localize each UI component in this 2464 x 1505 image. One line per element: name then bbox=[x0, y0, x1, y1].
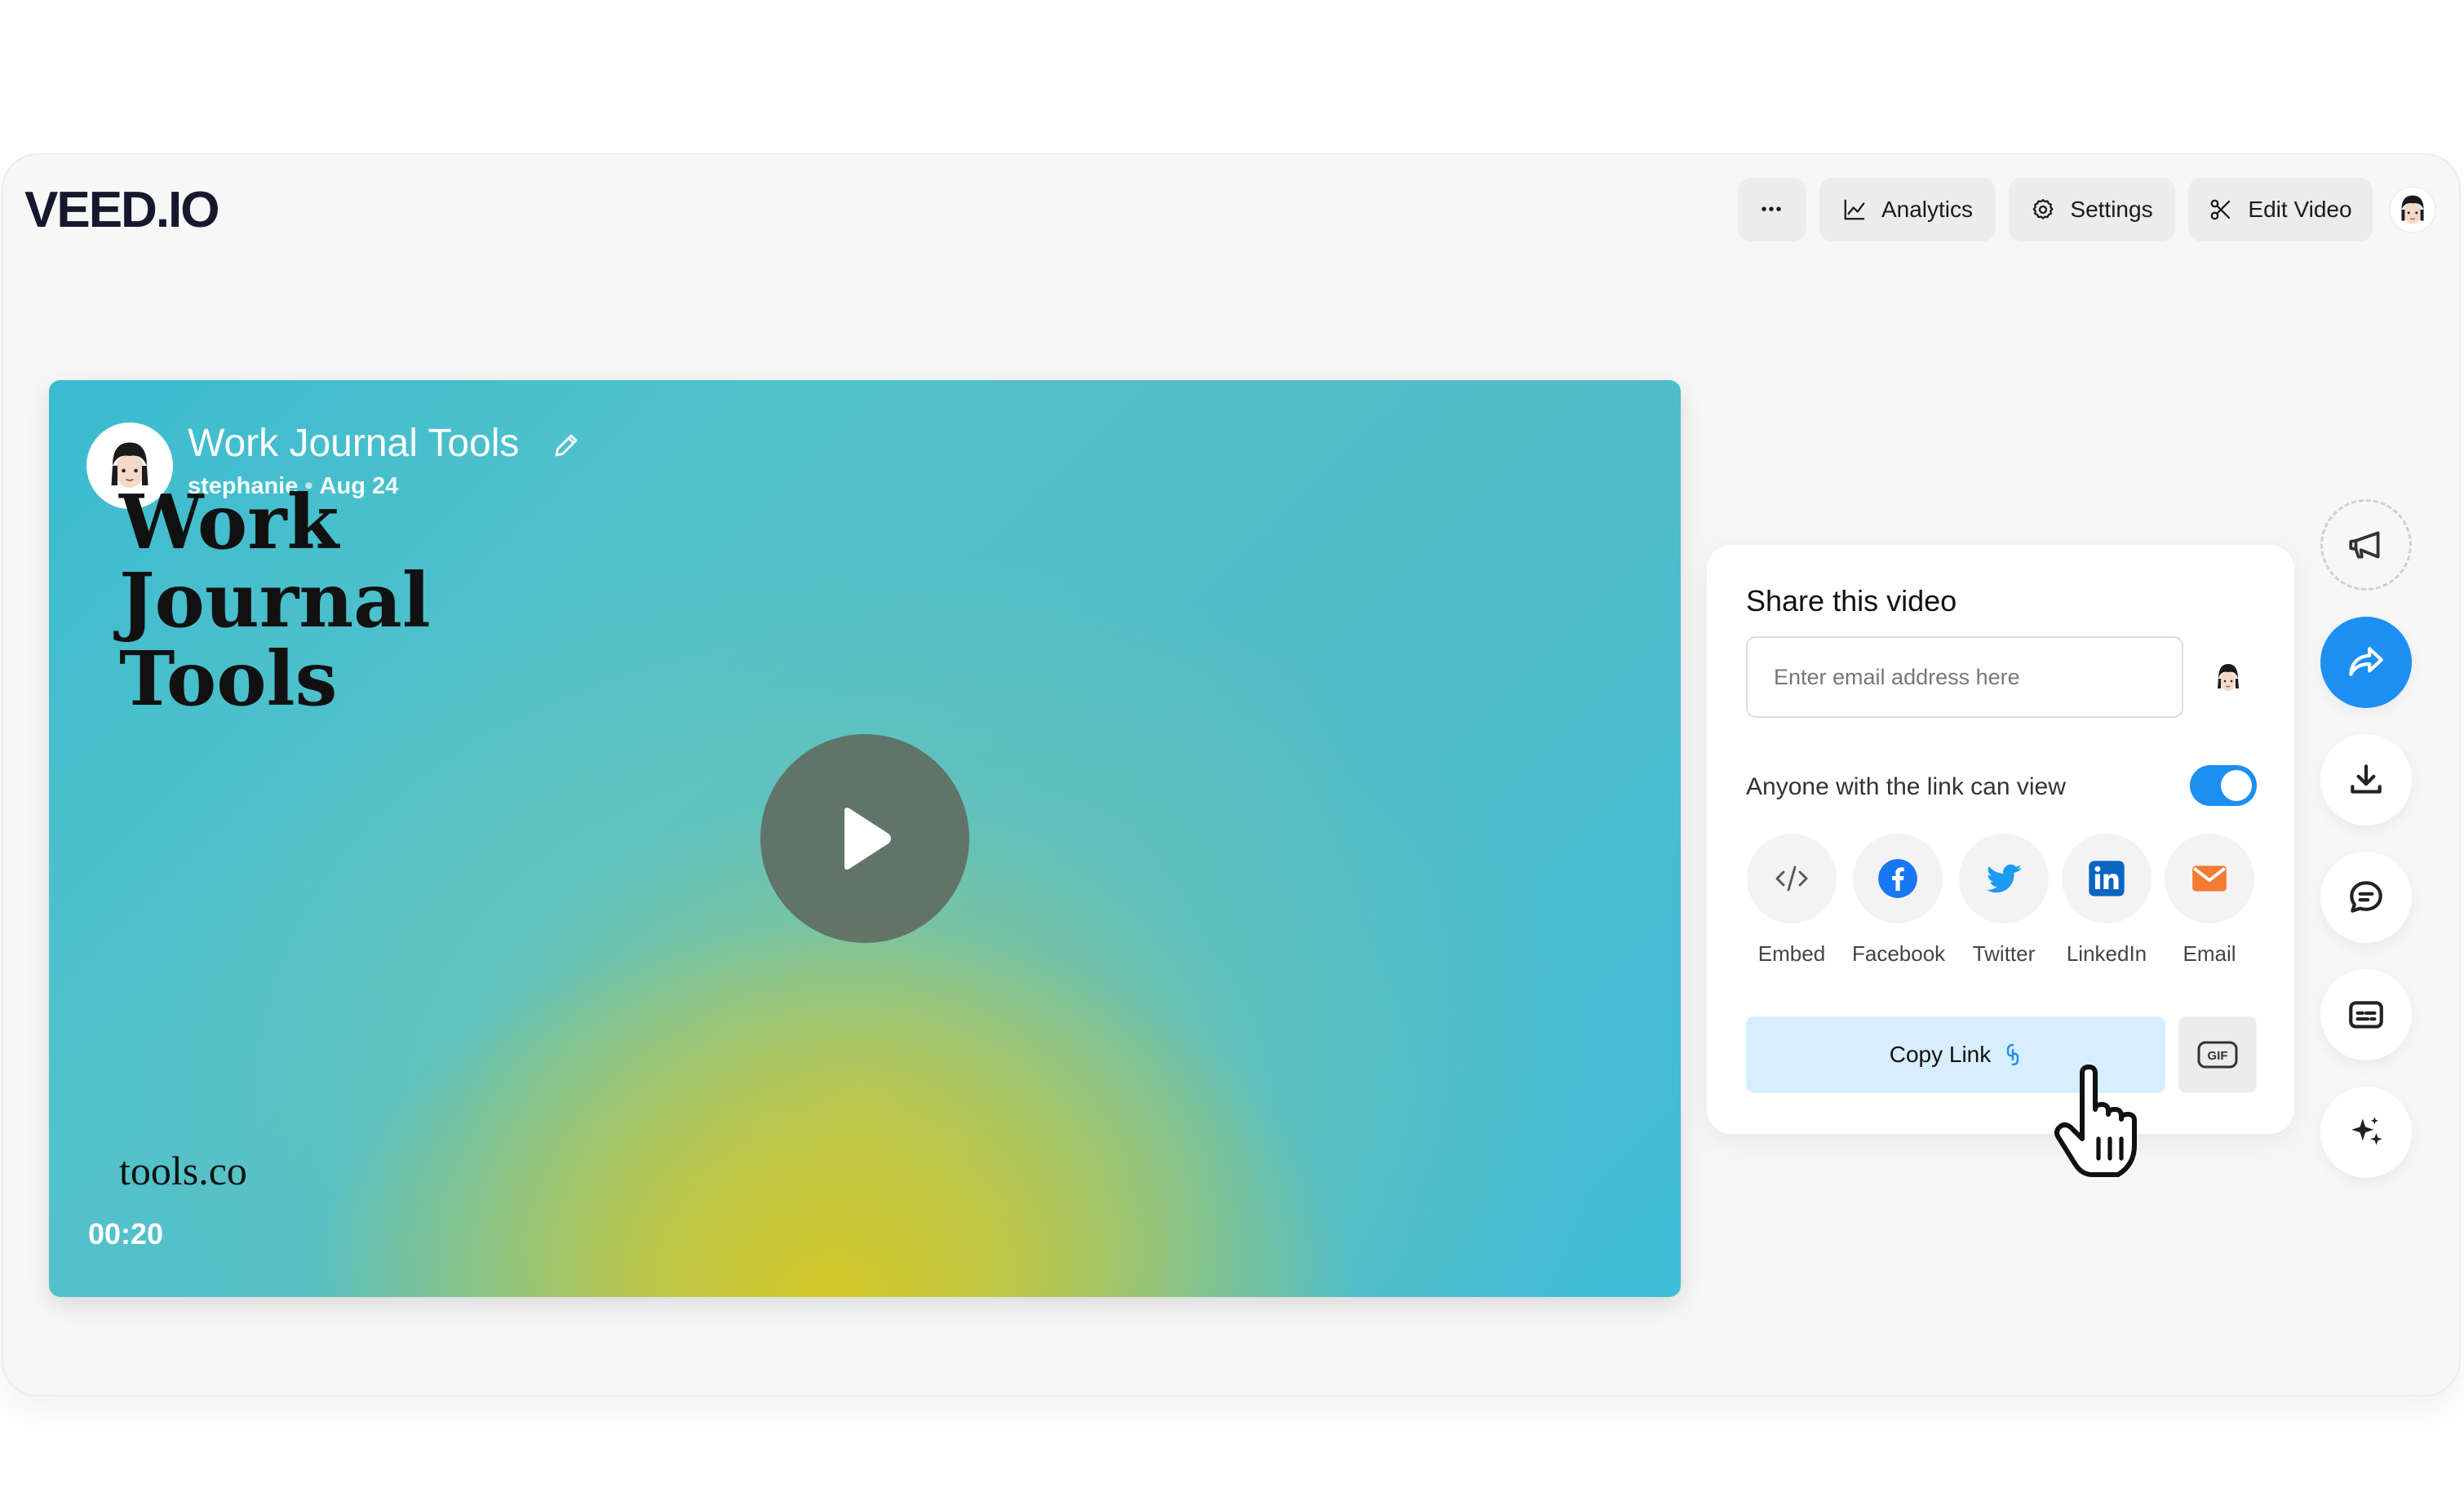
share-action-button[interactable] bbox=[2320, 617, 2412, 708]
gif-label: GIF bbox=[2208, 1049, 2228, 1063]
megaphone-icon bbox=[2349, 531, 2380, 559]
linkedin-label: LinkedIn bbox=[2066, 941, 2147, 966]
comment-button[interactable] bbox=[2320, 852, 2412, 943]
analytics-button[interactable]: Analytics bbox=[1819, 178, 1996, 241]
chart-line-icon bbox=[1844, 199, 1865, 220]
sparkle-icon bbox=[2351, 1117, 2382, 1145]
embed-label: Embed bbox=[1757, 941, 1826, 966]
toggle-knob bbox=[2221, 770, 2252, 801]
email-input[interactable] bbox=[1746, 636, 2183, 718]
pointer-hand-icon bbox=[2054, 1065, 2137, 1177]
share-linkedin-button[interactable]: LinkedIn bbox=[2061, 834, 2152, 967]
twitter-icon bbox=[1986, 864, 2022, 893]
more-options-button[interactable]: ••• bbox=[1738, 178, 1806, 241]
download-button[interactable] bbox=[2320, 734, 2412, 826]
captions-button[interactable] bbox=[2320, 969, 2412, 1060]
comment-icon bbox=[2350, 881, 2382, 913]
video-timecode: 00:20 bbox=[88, 1217, 164, 1250]
edit-video-label: Edit Video bbox=[2248, 197, 2352, 222]
analytics-label: Analytics bbox=[1881, 197, 1974, 222]
gif-button[interactable]: GIF bbox=[2178, 1016, 2257, 1093]
share-title: Share this video bbox=[1746, 584, 1957, 617]
share-icon bbox=[2349, 647, 2383, 676]
user-avatar[interactable] bbox=[2389, 186, 2436, 233]
edit-video-button[interactable]: Edit Video bbox=[2188, 178, 2373, 241]
download-icon bbox=[2351, 764, 2382, 794]
share-avatar bbox=[2218, 664, 2239, 691]
announce-button[interactable] bbox=[2320, 499, 2412, 591]
facebook-label: Facebook bbox=[1852, 941, 1946, 966]
share-twitter-button[interactable]: Twitter bbox=[1958, 834, 2050, 967]
play-icon bbox=[844, 808, 891, 870]
pencil-icon[interactable] bbox=[552, 431, 581, 460]
share-email-button[interactable]: Email bbox=[2164, 834, 2255, 967]
video-player[interactable]: Work Journal Tools stephanie • Aug 24 Work… bbox=[49, 380, 1681, 1297]
copy-link-label: Copy Link bbox=[1889, 1042, 1992, 1067]
settings-button[interactable]: Settings bbox=[2009, 178, 2175, 241]
video-title: Work Journal Tools bbox=[188, 422, 520, 465]
envelope-icon bbox=[2192, 865, 2227, 892]
email-label: Email bbox=[2183, 941, 2236, 966]
share-panel: Share this video Anyone with the link ca… bbox=[1707, 545, 2294, 1134]
linkedin-icon bbox=[2089, 861, 2125, 896]
veed-logo[interactable]: VEED.IO bbox=[24, 181, 220, 239]
captions-icon bbox=[2349, 1001, 2383, 1029]
link-icon bbox=[2007, 1043, 2019, 1066]
scissors-icon bbox=[2211, 199, 2231, 220]
link-permission-toggle[interactable] bbox=[2190, 765, 2257, 806]
code-icon bbox=[1775, 865, 1808, 892]
share-embed-button[interactable]: Embed bbox=[1746, 834, 1837, 967]
twitter-label: Twitter bbox=[1972, 941, 2036, 966]
share-facebook-button[interactable]: Facebook bbox=[1852, 834, 1946, 967]
gif-icon: GIF bbox=[2197, 1041, 2238, 1069]
magic-button[interactable] bbox=[2320, 1087, 2412, 1178]
facebook-icon bbox=[1878, 859, 1917, 898]
more-icon: ••• bbox=[1761, 200, 1784, 219]
play-button[interactable] bbox=[760, 734, 969, 943]
gear-icon bbox=[2033, 199, 2054, 219]
video-overlay-title: Work Journal Tools bbox=[119, 478, 431, 723]
video-overlay-brand: tools.co bbox=[119, 1148, 247, 1193]
settings-label: Settings bbox=[2070, 197, 2153, 222]
link-permission-label: Anyone with the link can view bbox=[1746, 773, 2066, 800]
